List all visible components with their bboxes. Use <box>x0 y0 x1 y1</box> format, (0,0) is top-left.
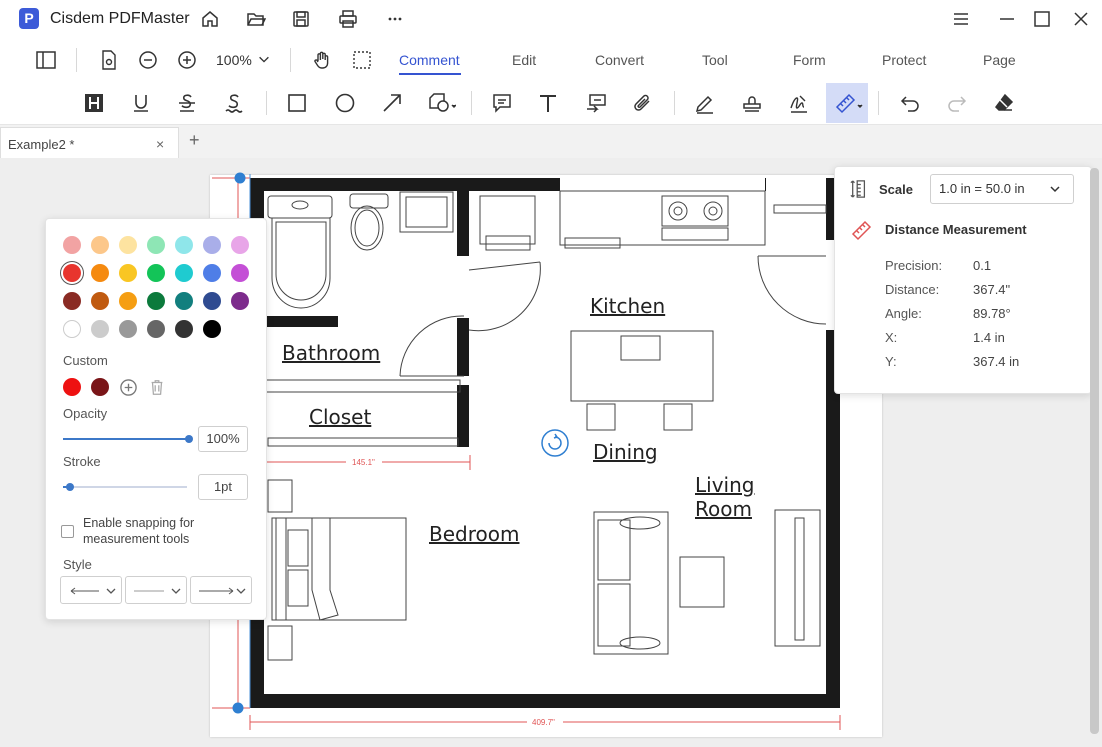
color-swatch[interactable] <box>147 320 165 338</box>
snapping-label-line1: Enable snapping for <box>83 516 195 530</box>
room-label-bathroom: Bathroom <box>282 341 381 365</box>
custom-color-swatch[interactable] <box>63 378 81 396</box>
custom-label: Custom <box>63 353 108 368</box>
color-swatch[interactable] <box>147 236 165 254</box>
y-value: 367.4 in <box>973 354 1020 369</box>
precision-label: Precision: <box>885 258 943 273</box>
color-swatch[interactable] <box>175 264 193 282</box>
angle-label: Angle: <box>885 306 922 321</box>
add-custom-color-icon[interactable] <box>118 377 138 397</box>
x-label: X: <box>885 330 898 345</box>
snapping-label-line2: measurement tools <box>83 532 190 546</box>
stroke-slider-track[interactable] <box>63 486 187 488</box>
color-swatch[interactable] <box>63 236 81 254</box>
opacity-slider-handle[interactable] <box>185 435 193 443</box>
custom-color-swatch[interactable] <box>91 378 109 396</box>
color-swatch[interactable] <box>203 292 221 310</box>
distance-measure-icon <box>850 218 874 242</box>
color-swatch[interactable] <box>231 292 249 310</box>
opacity-label: Opacity <box>63 406 108 421</box>
line-end-style-select[interactable] <box>190 576 252 604</box>
room-label-closet: Closet <box>309 405 372 429</box>
room-label-bedroom: Bedroom <box>429 522 520 546</box>
scale-dropdown[interactable]: 1.0 in = 50.0 in <box>930 174 1074 204</box>
color-swatch[interactable] <box>91 264 109 282</box>
color-swatch[interactable] <box>119 236 137 254</box>
vertical-scrollbar[interactable] <box>1090 168 1099 734</box>
color-swatch[interactable] <box>91 236 109 254</box>
measure-label-bottom: 409.7" <box>532 718 555 727</box>
room-label-room: Room <box>695 497 752 521</box>
color-swatch[interactable] <box>203 320 221 338</box>
delete-custom-color-icon[interactable] <box>147 377 167 397</box>
room-label-dining: Dining <box>593 440 658 464</box>
distance-measurement-title: Distance Measurement <box>885 222 1027 237</box>
scale-value: 1.0 in = 50.0 in <box>939 181 1025 196</box>
color-swatch[interactable] <box>119 264 137 282</box>
scale-label: Scale <box>879 182 913 197</box>
stroke-label: Stroke <box>63 454 101 469</box>
color-swatch[interactable] <box>203 264 221 282</box>
color-swatch[interactable] <box>147 292 165 310</box>
color-swatch[interactable] <box>175 236 193 254</box>
color-swatch[interactable] <box>91 292 109 310</box>
room-label-kitchen: Kitchen <box>590 294 666 318</box>
y-label: Y: <box>885 354 897 369</box>
style-label: Style <box>63 557 92 572</box>
room-label-living: Living <box>695 473 755 497</box>
measure-label-horizontal: 145.1" <box>352 458 375 467</box>
measurement-annotations <box>212 174 841 730</box>
angle-value: 89.78° <box>973 306 1011 321</box>
snapping-checkbox[interactable] <box>61 525 74 538</box>
color-swatch[interactable] <box>91 320 109 338</box>
color-swatch[interactable] <box>231 264 249 282</box>
opacity-value-field[interactable]: 100% <box>198 426 248 452</box>
color-swatch[interactable] <box>231 236 249 254</box>
color-swatch[interactable] <box>147 264 165 282</box>
distance-value: 367.4" <box>973 282 1011 297</box>
line-dash-style-select[interactable] <box>125 576 187 604</box>
rotate-handle-icon[interactable] <box>541 429 569 457</box>
color-swatch[interactable] <box>119 292 137 310</box>
opacity-slider-fill <box>63 438 189 440</box>
distance-label: Distance: <box>885 282 940 297</box>
color-swatch[interactable] <box>63 264 81 282</box>
x-value: 1.4 in <box>973 330 1005 345</box>
measure-start-handle[interactable] <box>234 172 246 184</box>
line-start-style-select[interactable] <box>60 576 122 604</box>
color-swatch[interactable] <box>63 292 81 310</box>
color-swatch[interactable] <box>119 320 137 338</box>
measure-end-handle[interactable] <box>232 702 244 714</box>
color-swatch[interactable] <box>175 292 193 310</box>
color-swatch[interactable] <box>175 320 193 338</box>
color-swatch[interactable] <box>203 236 221 254</box>
scale-ruler-icon <box>849 178 869 200</box>
stroke-value-field[interactable]: 1pt <box>198 474 248 500</box>
precision-value: 0.1 <box>973 258 992 273</box>
color-swatch[interactable] <box>63 320 81 338</box>
